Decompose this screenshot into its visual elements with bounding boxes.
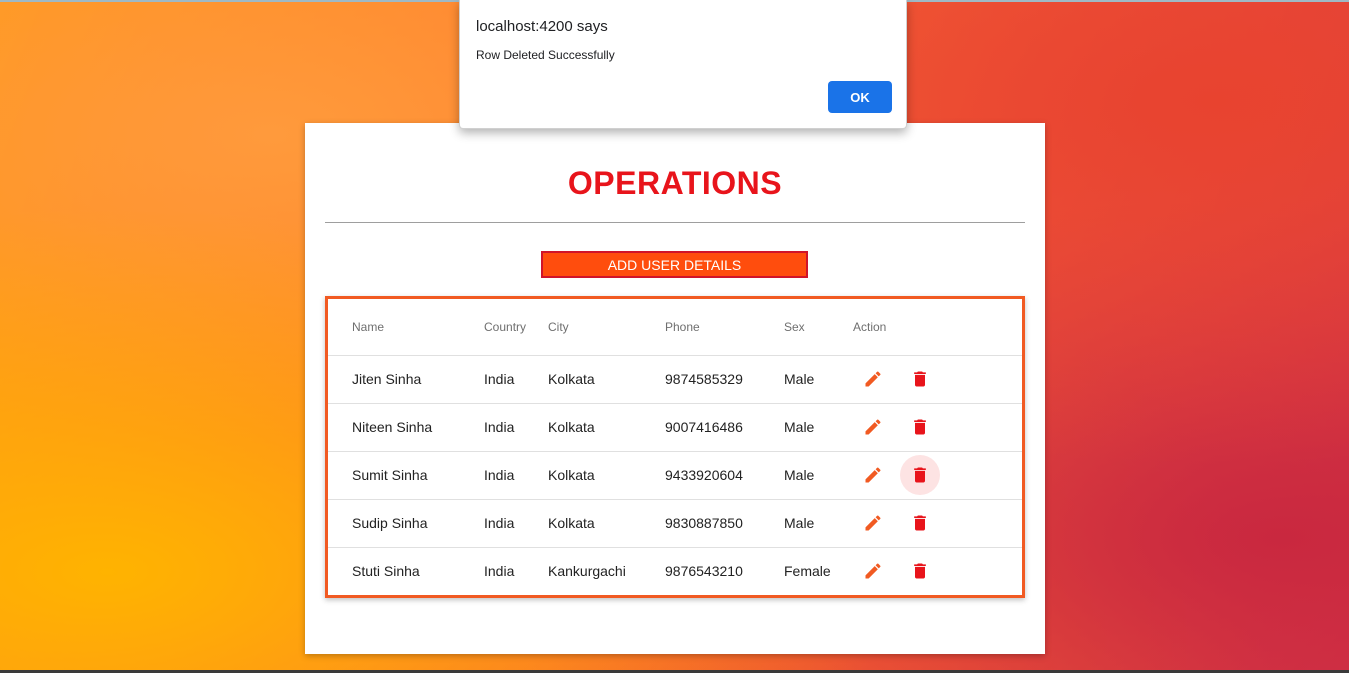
cell-phone: 9007416486 [665,403,784,452]
cell-city: Kolkata [548,499,665,548]
column-header-sex: Sex [784,299,853,356]
cell-phone: 9433920604 [665,451,784,500]
edit-icon [863,561,883,581]
cell-name: Jiten Sinha [328,355,484,404]
dialog-message: Row Deleted Successfully [476,48,615,62]
cell-city: Kolkata [548,451,665,500]
table-body: Jiten Sinha India Kolkata 9874585329 Male Nit… [328,355,1022,595]
edit-icon [863,513,883,533]
column-header-name: Name [328,299,484,356]
cell-name: Stuti Sinha [352,563,420,580]
cell-sex: Male [784,499,853,548]
ok-button[interactable]: OK [828,81,892,113]
table-row: Sumit Sinha India Kolkata 9433920604 Male [328,451,1022,500]
cell-name: Sudip Sinha [328,499,484,548]
add-user-details-button[interactable]: ADD USER DETAILS [541,251,808,278]
cell-sex: Female [784,563,831,580]
delete-icon [910,465,930,485]
operations-card: OPERATIONS ADD USER DETAILS Name Country… [305,123,1045,654]
column-header-country: Country [484,299,548,356]
table-row: Niteen Sinha India Kolkata 9007416486 Male [328,403,1022,452]
delete-icon [910,561,930,581]
delete-button[interactable] [900,455,940,495]
cell-phone: 9830887850 [665,499,784,548]
edit-icon [863,417,883,437]
cell-country: India [484,355,548,404]
edit-icon [863,369,883,389]
table-row: Jiten Sinha India Kolkata 9874585329 Male [328,355,1022,404]
cell-action [853,355,1022,404]
cell-sex: Male [784,403,853,452]
cell-name: Niteen Sinha [328,403,484,452]
edit-button[interactable] [853,455,893,495]
delete-button[interactable] [900,503,940,543]
cell-city: Kolkata [548,355,665,404]
delete-button[interactable] [900,551,940,591]
cell-action [853,499,1022,548]
edit-button[interactable] [853,407,893,447]
cell-sex: Male [784,355,853,404]
table-row: Sudip Sinha India Kolkata 9830887850 Male [328,499,1022,548]
cell-action [853,403,1022,452]
edit-button[interactable] [853,551,893,591]
dialog-title: localhost:4200 says [476,18,608,35]
cell-phone: 9874585329 [665,355,784,404]
cell-city: Kolkata [548,403,665,452]
cell-country: India [484,451,548,500]
table-row: Stuti Sinha India Kankurgachi 9876543210 Fem… [328,547,1022,595]
cell-action [853,451,1022,500]
users-table-container: Name Country City Phone Sex Action Jiten… [325,296,1025,598]
cell-sex: Male [784,451,853,500]
column-header-phone: Phone [665,299,784,356]
cell-action [853,547,1022,595]
edit-button[interactable] [853,503,893,543]
delete-icon [910,513,930,533]
cell-phone: 9876543210 [665,563,743,580]
cell-name: Sumit Sinha [328,451,484,500]
delete-icon [910,369,930,389]
page-title: OPERATIONS [567,165,783,201]
column-header-action: Action [853,299,1022,356]
delete-button[interactable] [900,407,940,447]
edit-icon [863,465,883,485]
title-divider [325,222,1025,223]
cell-country: India [484,563,515,580]
edit-button[interactable] [853,359,893,399]
column-header-city: City [548,299,665,356]
users-table: Name Country City Phone Sex Action Jiten… [328,299,1022,595]
table-header-row: Name Country City Phone Sex Action [328,299,1022,356]
cell-city: Kankurgachi [548,563,626,580]
delete-button[interactable] [900,359,940,399]
cell-country: India [484,403,548,452]
alert-dialog: localhost:4200 says Row Deleted Successf… [459,0,907,129]
cell-country: India [484,499,548,548]
delete-icon [910,417,930,437]
